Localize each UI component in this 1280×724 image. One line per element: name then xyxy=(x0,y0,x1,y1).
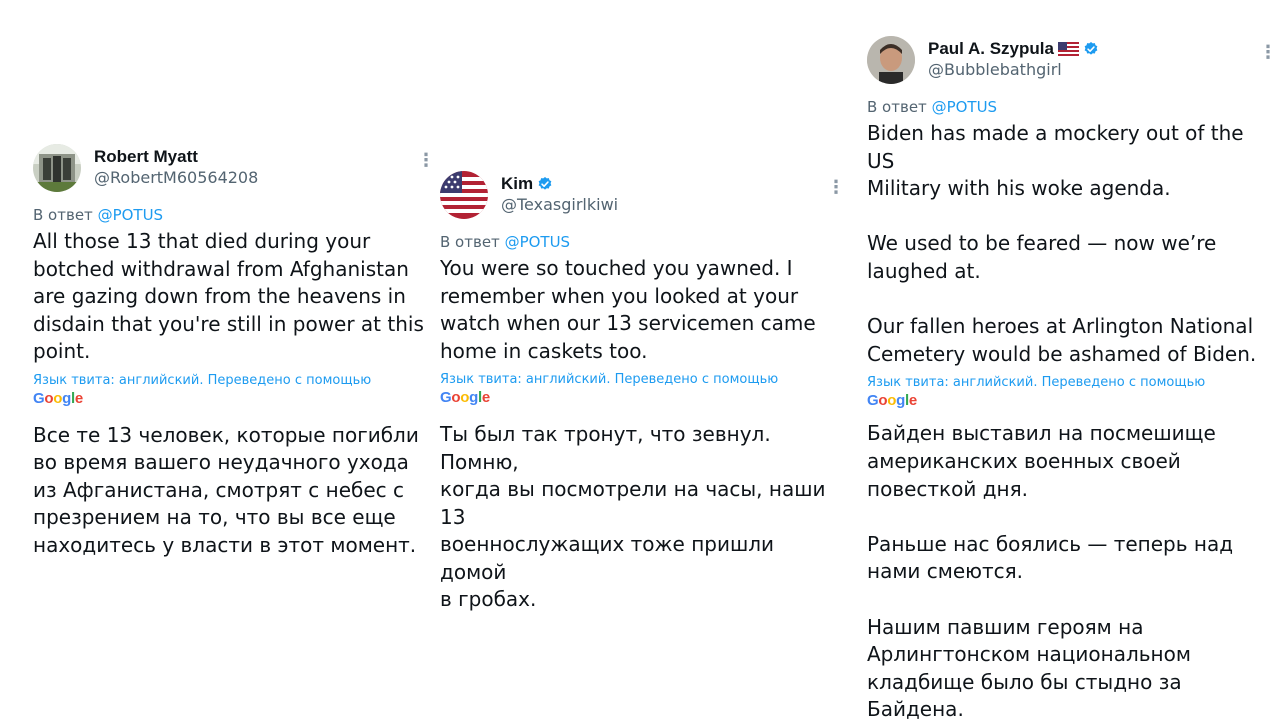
google-logo: Google xyxy=(440,389,490,406)
us-flag-icon xyxy=(1057,42,1079,56)
display-name[interactable]: Robert Myatt xyxy=(94,147,258,167)
reply-context: В ответ @POTUS xyxy=(33,204,425,226)
reply-mention-link[interactable]: @POTUS xyxy=(98,206,164,224)
translation-note[interactable]: Язык твита: английский. Переведено с пом… xyxy=(440,371,835,389)
tweet-text: You were so touched you yawned. I rememb… xyxy=(440,256,816,363)
avatar[interactable] xyxy=(867,36,915,84)
display-name-text[interactable]: Kim xyxy=(501,174,533,194)
reply-context: В ответ @POTUS xyxy=(867,96,1267,118)
verified-badge-icon xyxy=(1084,42,1098,55)
translated-text: Байден выставил на посмешище американски… xyxy=(867,421,1234,722)
reply-prefix: В ответ xyxy=(867,98,927,116)
display-name[interactable]: Paul A. Szypula xyxy=(928,39,1099,59)
reply-prefix: В ответ xyxy=(440,233,500,251)
translated-text: Все те 13 человек, которые погибли во вр… xyxy=(33,422,419,557)
reply-prefix: В ответ xyxy=(33,206,93,224)
translated-text: Ты был так тронут, что зевнул. Помню, ко… xyxy=(440,422,826,611)
tweet-text: Biden has made a mockery out of the US M… xyxy=(867,121,1257,366)
tweet-card[interactable]: Kim @Texasgirlkiwi ⋮ В ответ @POTUS You … xyxy=(440,171,845,614)
more-vertical-icon[interactable]: ⋮ xyxy=(1259,44,1277,62)
google-logo: Google xyxy=(33,389,83,407)
reply-mention-link[interactable]: @POTUS xyxy=(932,98,998,116)
avatar[interactable] xyxy=(440,171,488,219)
more-vertical-icon[interactable]: ⋮ xyxy=(827,179,845,197)
tweet-header: Robert Myatt @RobertM60564208 ⋮ xyxy=(33,144,435,194)
tweet-header: Paul A. Szypula @Bubblebathgirl ⋮ xyxy=(867,36,1277,86)
more-vertical-icon[interactable]: ⋮ xyxy=(417,152,435,170)
google-logo: Google xyxy=(867,392,917,410)
avatar[interactable] xyxy=(33,144,81,192)
reply-mention-link[interactable]: @POTUS xyxy=(505,233,571,251)
translation-note[interactable]: Язык твита: английский. Переведено с пом… xyxy=(33,372,425,390)
reply-context: В ответ @POTUS xyxy=(440,231,835,253)
translation-note[interactable]: Язык твита: английский. Переведено с пом… xyxy=(867,374,1267,392)
user-handle[interactable]: @Bubblebathgirl xyxy=(928,59,1099,81)
verified-badge-icon xyxy=(538,177,552,190)
user-handle[interactable]: @Texasgirlkiwi xyxy=(501,194,618,216)
display-name-text[interactable]: Paul A. Szypula xyxy=(928,39,1054,59)
tweet-header: Kim @Texasgirlkiwi ⋮ xyxy=(440,171,845,221)
display-name-text[interactable]: Robert Myatt xyxy=(94,147,198,167)
display-name[interactable]: Kim xyxy=(501,174,618,194)
tweet-text: All those 13 that died during your botch… xyxy=(33,229,424,363)
tweet-card[interactable]: Paul A. Szypula @Bubblebathgirl ⋮ В отве… xyxy=(867,36,1277,724)
tweet-card[interactable]: Robert Myatt @RobertM60564208 ⋮ В ответ … xyxy=(33,144,435,559)
user-handle[interactable]: @RobertM60564208 xyxy=(94,167,258,189)
